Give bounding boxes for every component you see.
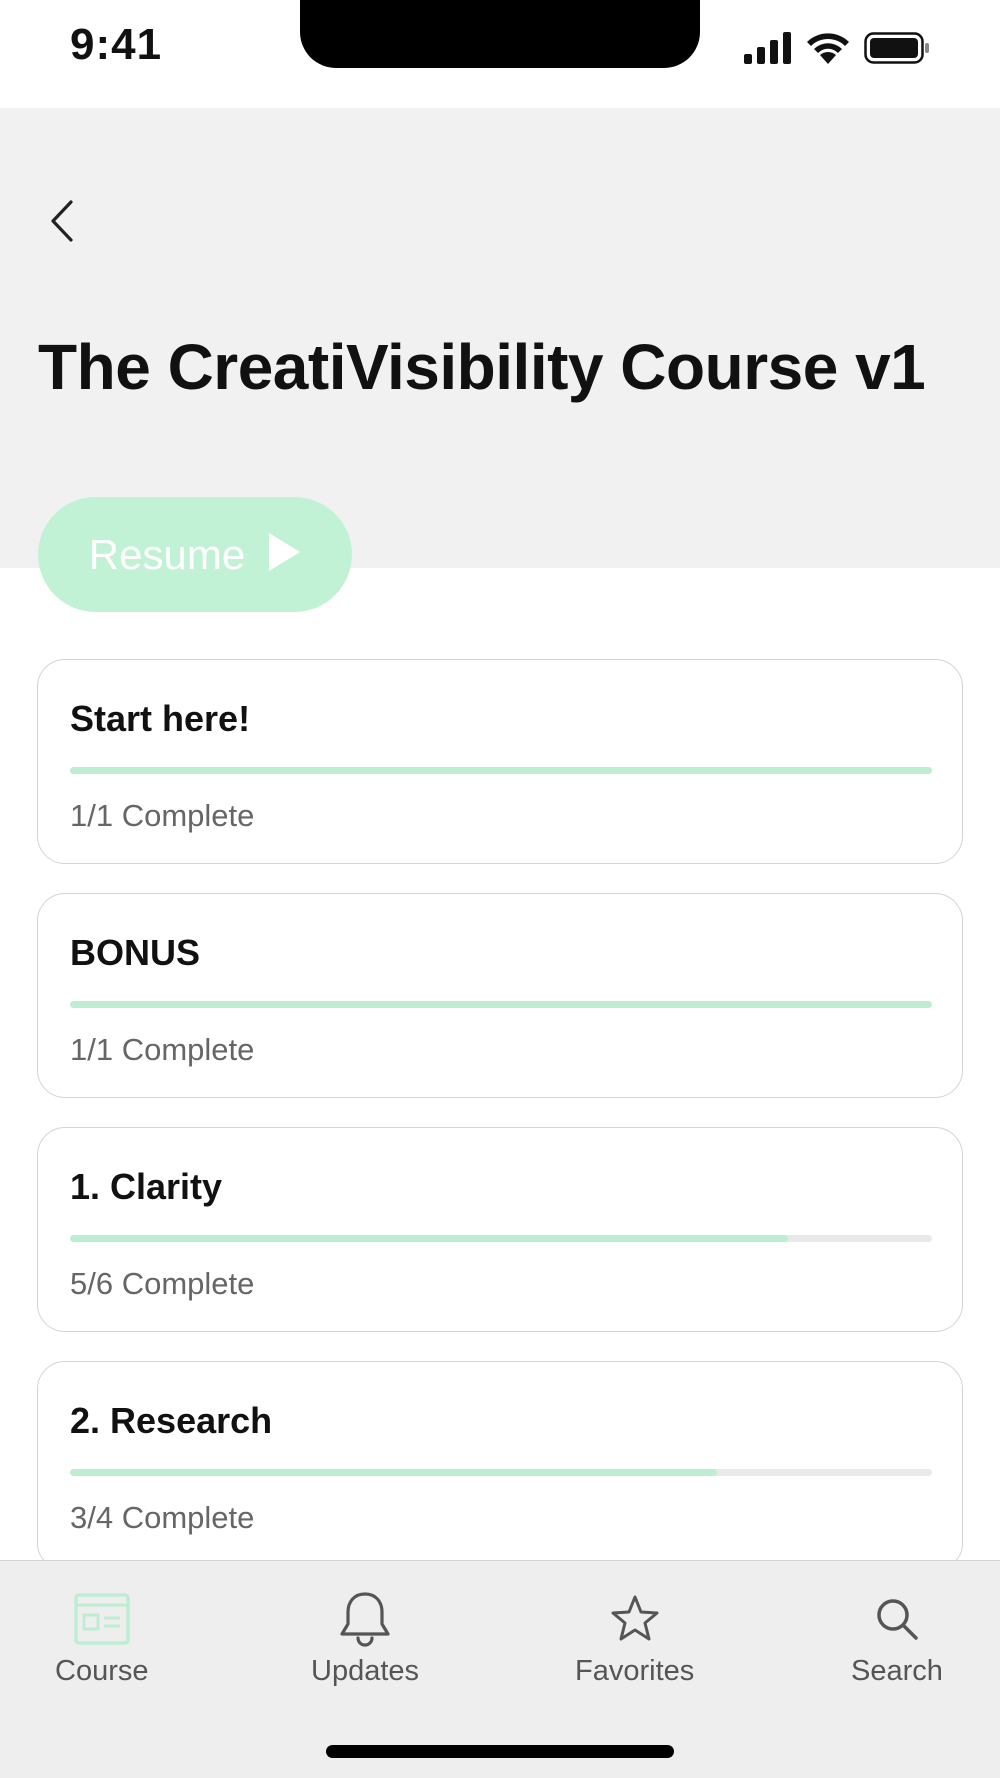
tab-updates[interactable]: Updates	[311, 1589, 419, 1688]
section-status: 5/6 Complete	[70, 1266, 255, 1301]
chevron-left-icon	[47, 198, 77, 249]
status-bar: 9:41	[0, 0, 1000, 108]
cellular-signal-icon	[744, 31, 792, 69]
section-progress-fill	[70, 1235, 789, 1242]
section-card-bonus[interactable]: BONUS 1/1 Complete	[37, 893, 963, 1098]
notch	[300, 0, 700, 68]
section-title: Start here!	[70, 698, 251, 739]
wifi-icon	[806, 32, 850, 69]
tab-label: Favorites	[575, 1655, 695, 1687]
section-progress-bar	[70, 1469, 932, 1476]
home-indicator	[326, 1745, 674, 1758]
tab-favorites[interactable]: Favorites	[575, 1589, 694, 1688]
resume-label: Resume	[88, 530, 246, 578]
section-progress-fill	[70, 1469, 717, 1476]
section-status: 1/1 Complete	[70, 1032, 255, 1067]
course-icon	[72, 1589, 132, 1649]
section-card-start-here[interactable]: Start here! 1/1 Complete	[37, 659, 963, 864]
status-time: 9:41	[70, 20, 163, 69]
course-screen: 9:41 The CreatiVisibility Course v1 Resu…	[0, 0, 1000, 1778]
section-title: BONUS	[70, 932, 201, 973]
section-progress-bar	[70, 767, 932, 774]
tab-label: Course	[55, 1655, 149, 1687]
tab-label: Search	[851, 1655, 943, 1687]
section-status: 1/1 Complete	[70, 798, 255, 833]
section-card-research[interactable]: 2. Research 3/4 Complete	[37, 1361, 963, 1571]
section-progress-fill	[70, 767, 932, 774]
resume-button[interactable]: Resume	[38, 497, 352, 612]
battery-icon	[864, 31, 930, 69]
bell-icon	[335, 1589, 395, 1649]
section-status: 3/4 Complete	[70, 1500, 255, 1535]
section-card-clarity[interactable]: 1. Clarity 5/6 Complete	[37, 1127, 963, 1332]
section-progress-bar	[70, 1001, 932, 1008]
tab-label: Updates	[311, 1655, 420, 1687]
status-icons	[744, 30, 930, 70]
tab-search[interactable]: Search	[851, 1589, 943, 1688]
section-progress-fill	[70, 1001, 932, 1008]
star-icon	[605, 1589, 665, 1649]
section-title: 1. Clarity	[70, 1166, 223, 1207]
play-icon	[267, 532, 301, 577]
section-progress-bar	[70, 1235, 932, 1242]
back-button[interactable]	[34, 188, 90, 258]
search-icon	[867, 1589, 927, 1649]
page-title: The CreatiVisibility Course v1	[38, 331, 926, 403]
tab-course[interactable]: Course	[55, 1589, 149, 1688]
section-title: 2. Research	[70, 1400, 273, 1441]
